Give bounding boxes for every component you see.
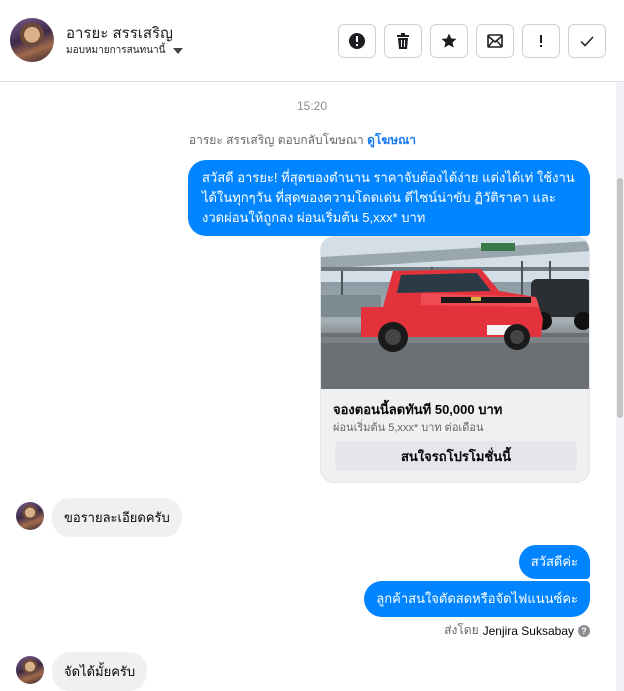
assign-label: มอบหมายการสนทนานี้	[66, 45, 166, 56]
sent-by-label: ส่งโดย	[444, 623, 479, 637]
conversation-scrollbar[interactable]	[616, 82, 624, 691]
ad-card-title: จองตอนนี้ลดทันที 50,000 บาท	[333, 402, 503, 417]
contact-avatar-small[interactable]	[16, 656, 44, 684]
ad-reply-note: อารยะ สรรเสริญ ตอบกลับโฆษณา ดูโฆษณา	[0, 131, 606, 150]
ad-reply-text: อารยะ สรรเสริญ ตอบกลับโฆษณา	[188, 133, 368, 147]
ad-card-subtitle: ผ่อนเริ่มต้น 5,xxx* บาท ต่อเดือน	[333, 422, 484, 434]
incoming-message-bubble: ขอรายละเอียดครับ	[52, 498, 182, 537]
follow-up-button[interactable]	[522, 24, 560, 58]
conversation-toolbar	[338, 24, 606, 58]
incoming-message-bubble: จัดได้มั้ยครับ	[52, 652, 148, 691]
outgoing-message-bubble: ลูกค้าสนใจตัดสดหรือจัดไฟแนนซ์คะ	[364, 581, 590, 617]
star-icon	[441, 33, 457, 48]
contact-avatar[interactable]	[10, 18, 54, 62]
scrollbar-thumb[interactable]	[617, 178, 623, 418]
assign-conversation-dropdown[interactable]: มอบหมายการสนทนานี้	[66, 43, 184, 58]
ad-card-cta-button[interactable]: สนใจรถโปรโมชั่นนี้	[335, 441, 577, 471]
report-spam-button[interactable]	[338, 24, 376, 58]
outgoing-message-bubble: สวัสดีค่ะ	[518, 545, 590, 579]
star-button[interactable]	[430, 24, 468, 58]
ad-car-image	[321, 237, 589, 389]
sent-by-note: ส่งโดย Jenjira Suksabay ?	[444, 621, 590, 640]
view-ad-link[interactable]: ดูโฆษณา	[367, 133, 416, 147]
exclamation-icon	[540, 35, 542, 47]
checkmark-icon	[580, 36, 594, 47]
ad-message-bubble: สวัสดี อารยะ! ที่สุดของตำนาน ราคาจับต้อง…	[188, 160, 590, 236]
car-photo	[321, 237, 589, 389]
caret-down-icon	[173, 47, 184, 54]
conversation-header: อารยะ สรรเสริญ มอบหมายการสนทนานี้	[0, 0, 624, 82]
trash-icon	[397, 33, 409, 49]
sent-by-agent: Jenjira Suksabay	[482, 623, 574, 638]
message-timestamp: 15:20	[296, 99, 328, 113]
contact-name[interactable]: อารยะ สรรเสริญ	[66, 21, 173, 45]
mark-unread-button[interactable]	[476, 24, 514, 58]
delete-button[interactable]	[384, 24, 422, 58]
mark-unread-icon	[487, 34, 503, 48]
alert-circle-icon	[349, 33, 365, 49]
help-icon[interactable]: ?	[578, 624, 590, 637]
contact-avatar-small[interactable]	[16, 502, 44, 530]
ad-card[interactable]: จองตอนนี้ลดทันที 50,000 บาท ผ่อนเริ่มต้น…	[320, 236, 590, 483]
mark-done-button[interactable]	[568, 24, 606, 58]
